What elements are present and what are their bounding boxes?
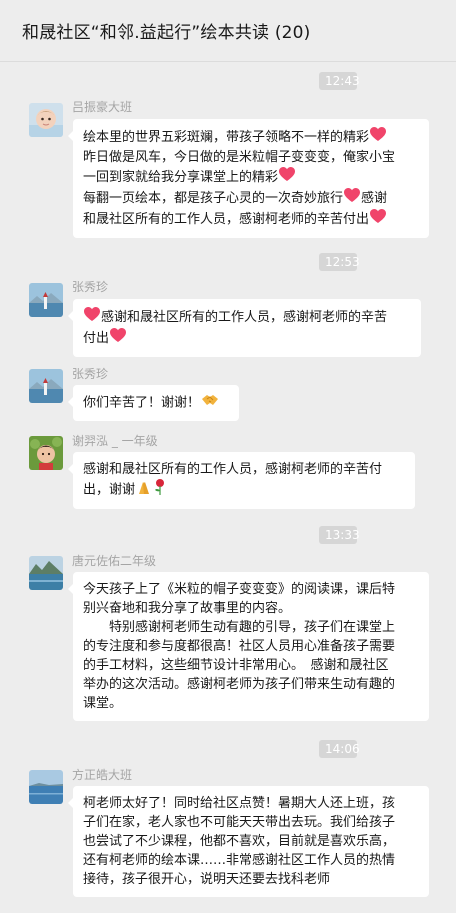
message-line: 接待，孩子很开心，说明天还要去找科老师: [83, 872, 331, 887]
message-bubble[interactable]: 绘本里的世界五彩斑斓，带孩子领略不一样的精彩 昨日做是风车，今日做的是米粒帽子变…: [68, 119, 429, 238]
sender-name: 唐元佐佑二年级: [72, 554, 157, 568]
landscape-avatar-icon: [29, 369, 63, 403]
landscape-avatar-icon: [29, 283, 63, 317]
avatar[interactable]: [29, 436, 63, 470]
avatar[interactable]: [29, 770, 63, 804]
message-line: 别兴奋地和我分享了故事里的内容。: [83, 601, 292, 616]
message-bubble[interactable]: 你们辛苦了！谢谢！: [68, 385, 239, 421]
message-line: 还有柯老师的绘本课……非常感谢社区工作人员的热情: [83, 853, 396, 868]
sender-name: 张秀珍: [72, 367, 109, 381]
sender-name: 谢羿泓 _ 一年级: [72, 434, 158, 448]
group-title[interactable]: 和晟社区“和邻.益起行”绘本共读 (20): [22, 18, 311, 43]
message-bubble[interactable]: 感谢和晟社区所有的工作人员，感谢柯老师的辛苦 付出: [68, 299, 421, 357]
message-line: 柯老师太好了！同时给社区点赞！暑期大人还上班，孩: [83, 796, 396, 811]
message-bubble[interactable]: 感谢和晟社区所有的工作人员，感谢柯老师的辛苦付 出，谢谢: [68, 452, 415, 509]
heart-emoji-icon: [344, 188, 361, 209]
message-line: 绘本里的世界五彩斑斓，带孩子领略不一样的精彩: [83, 130, 370, 145]
rose-emoji-icon: [154, 479, 166, 501]
handshake-emoji-icon: [201, 393, 219, 413]
message-line: 昨日做是风车，今日做的是米粒帽子变变变，俺家小宝: [83, 150, 396, 165]
sender-name: 吕振豪大班: [72, 100, 133, 114]
message-line: 每翻一页绘本，都是孩子心灵的一次奇妙旅行: [83, 191, 344, 206]
message-line: 课堂。: [83, 696, 123, 711]
praying-hands-emoji-icon: [136, 480, 152, 501]
child-avatar-icon: [29, 103, 63, 137]
message-bubble[interactable]: 柯老师太好了！同时给社区点赞！暑期大人还上班，孩 子们在家，老人家也不可能天天带…: [68, 786, 429, 897]
message-line: 也尝试了不少课程，他都不喜欢，目前就是喜欢乐高，: [83, 834, 396, 849]
message-line: 付出: [83, 331, 110, 346]
message-line: 出，谢谢: [83, 482, 136, 498]
message-line: 举办的这次活动。感谢柯老师为孩子们带来生动有趣的: [83, 677, 396, 692]
avatar[interactable]: [29, 283, 63, 317]
mountain-avatar-icon: [29, 556, 63, 590]
message-list[interactable]: 12:43 吕振豪大班 绘本里的世界五彩斑斓，带孩子领略不一样的精彩 昨日做是风…: [0, 62, 456, 913]
timestamp: 14:06: [319, 740, 360, 758]
heart-emoji-icon: [84, 307, 100, 328]
heart-emoji-icon: [370, 209, 387, 230]
child-avatar-icon: [29, 436, 63, 470]
timestamp: 12:53: [319, 253, 360, 271]
message-line: 感谢: [361, 191, 388, 206]
message-line: 一回到家就给我分享课堂上的精彩: [83, 170, 279, 185]
sender-name: 方正皓大班: [72, 768, 133, 782]
message-line: 子们在家，老人家也不可能天天带出去玩。我们给孩子: [83, 815, 396, 830]
sender-name: 张秀珍: [72, 280, 109, 294]
message-line: 感谢和晟社区所有的工作人员，感谢柯老师的辛苦: [101, 310, 388, 325]
avatar[interactable]: [29, 556, 63, 590]
heart-emoji-icon: [279, 167, 296, 188]
message-line: 感谢和晟社区所有的工作人员，感谢柯老师的辛苦付: [83, 462, 383, 477]
sea-avatar-icon: [29, 770, 63, 804]
message-line: 今天孩子上了《米粒的帽子变变变》的阅读课，课后特: [83, 582, 396, 597]
heart-emoji-icon: [370, 127, 387, 148]
message-line: 的手工材料，这些细节设计非常用心。 感谢和晟社区: [83, 658, 389, 673]
timestamp: 13:33: [319, 526, 360, 544]
chat-header: 和晟社区“和邻.益起行”绘本共读 (20): [0, 0, 456, 62]
message-line: 特别感谢柯老师生动有趣的引导，孩子们在课堂上: [83, 620, 396, 635]
message-line: 的专注度和参与度都很高！社区人员用心准备孩子需要: [83, 639, 396, 654]
message-line: 和晟社区所有的工作人员，感谢柯老师的辛苦付出: [83, 212, 370, 227]
avatar[interactable]: [29, 103, 63, 137]
timestamp: 12:43: [319, 72, 360, 90]
avatar[interactable]: [29, 369, 63, 403]
message-bubble[interactable]: 今天孩子上了《米粒的帽子变变变》的阅读课，课后特 别兴奋地和我分享了故事里的内容…: [68, 572, 429, 721]
message-line: 你们辛苦了！谢谢！: [83, 395, 201, 411]
heart-emoji-icon: [110, 328, 127, 349]
